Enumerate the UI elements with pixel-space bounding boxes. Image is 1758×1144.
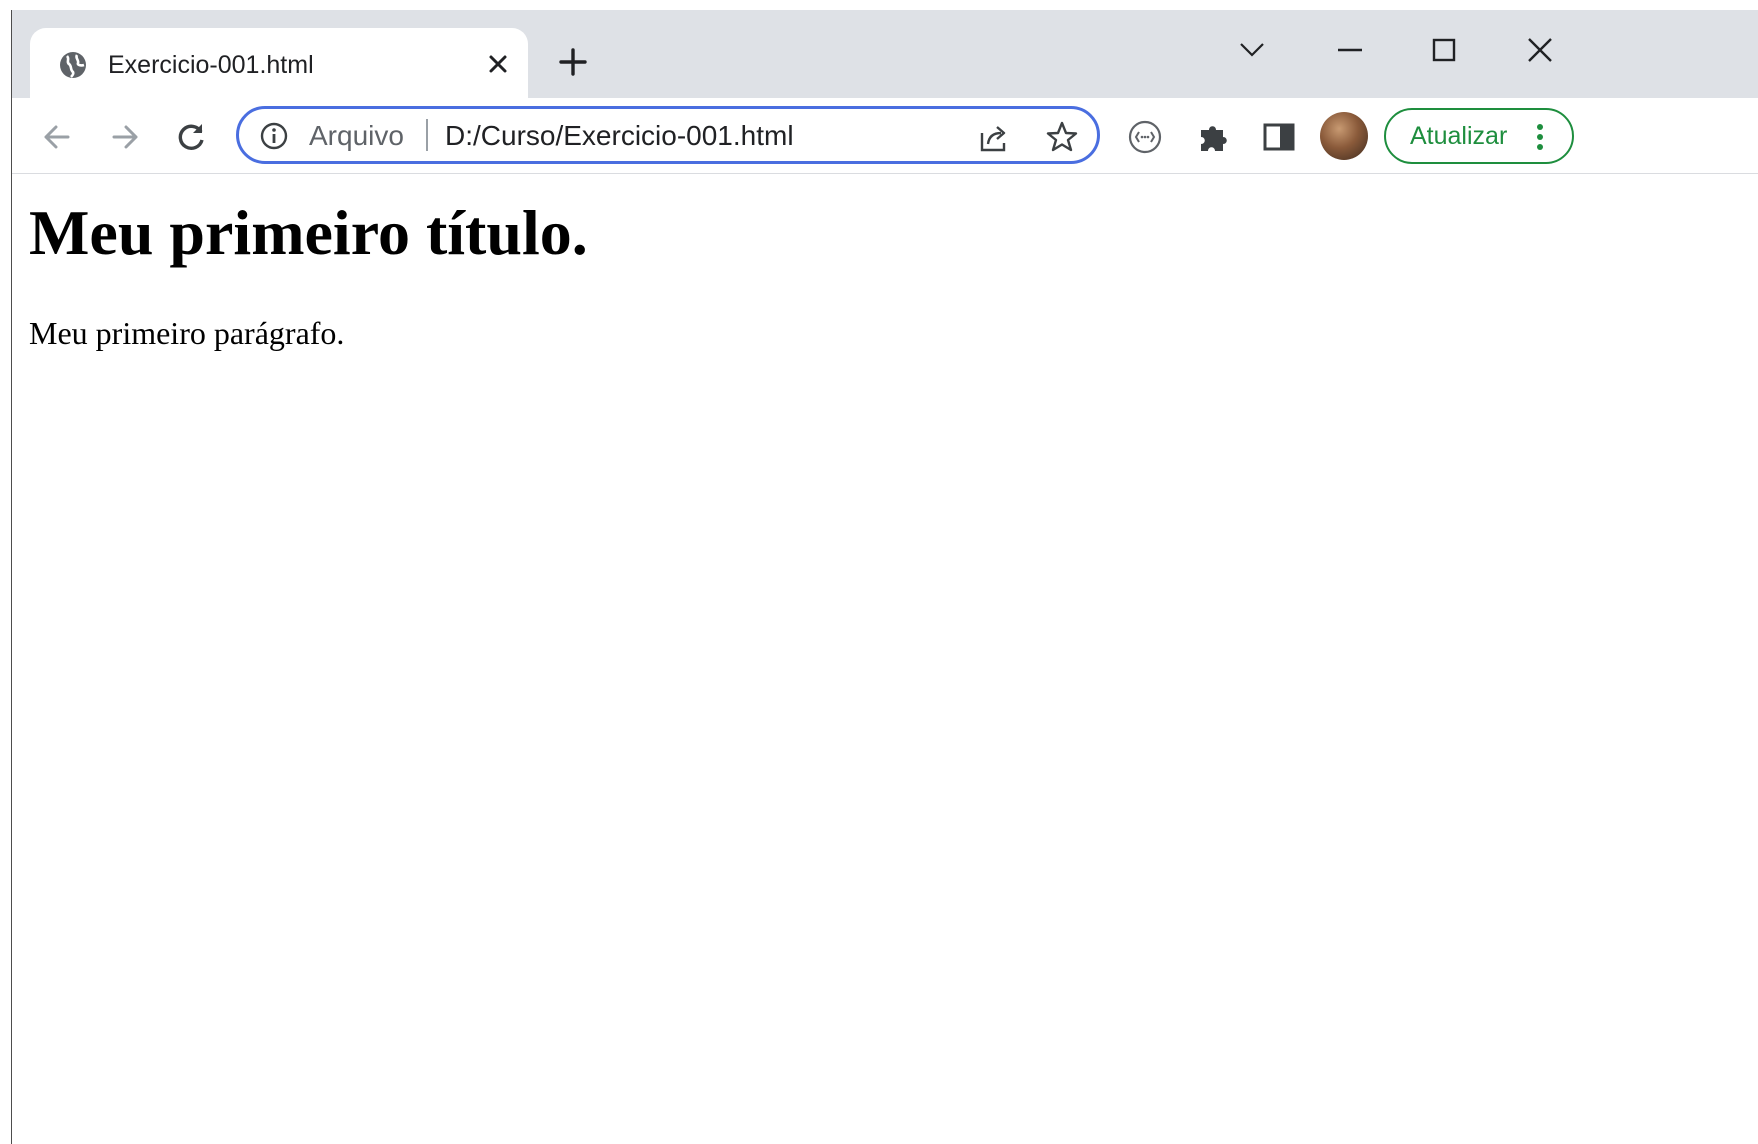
profile-avatar[interactable] <box>1320 112 1368 160</box>
side-panel-icon[interactable] <box>1260 118 1298 156</box>
window-left-edge <box>0 10 12 1144</box>
scheme-label: Arquivo <box>309 120 404 151</box>
address-separator <box>426 119 428 151</box>
page-paragraph: Meu primeiro parágrafo. <box>29 315 345 351</box>
page-content: Meu primeiro título. Meu primeiro parágr… <box>13 174 1758 1144</box>
back-arrow-icon[interactable] <box>38 118 76 156</box>
tab-search-chevron-icon[interactable] <box>1232 30 1272 70</box>
browser-window: Exercicio-001.html Arquivo D:/Curso/Exer… <box>0 0 1758 1144</box>
new-tab-icon[interactable] <box>557 46 589 78</box>
forward-arrow-icon[interactable] <box>106 118 144 156</box>
minimize-icon[interactable] <box>1330 30 1370 70</box>
bookmark-star-icon[interactable] <box>1045 120 1079 154</box>
tab-strip: Exercicio-001.html <box>12 10 1758 98</box>
extensions-puzzle-icon[interactable] <box>1194 118 1232 156</box>
reload-icon[interactable] <box>172 118 210 156</box>
update-button[interactable]: Atualizar <box>1384 108 1574 164</box>
tab-title: Exercicio-001.html <box>108 51 314 79</box>
toolbar: Arquivo D:/Curso/Exercicio-001.html Atua… <box>12 98 1758 174</box>
maximize-icon[interactable] <box>1424 30 1464 70</box>
close-tab-icon[interactable] <box>482 48 514 80</box>
close-window-icon[interactable] <box>1520 30 1560 70</box>
top-margin <box>0 0 1758 10</box>
url-text[interactable]: D:/Curso/Exercicio-001.html <box>445 118 794 154</box>
update-button-label: Atualizar <box>1410 122 1508 150</box>
menu-kebab-icon[interactable] <box>1532 122 1548 152</box>
globe-icon <box>60 52 86 78</box>
info-icon[interactable] <box>259 121 289 151</box>
share-icon[interactable] <box>977 121 1011 155</box>
address-bar[interactable]: Arquivo D:/Curso/Exercicio-001.html <box>236 106 1100 164</box>
tab-exercicio[interactable]: Exercicio-001.html <box>30 28 528 98</box>
page-heading: Meu primeiro título. <box>29 197 588 268</box>
extension-code-icon[interactable] <box>1126 118 1164 156</box>
